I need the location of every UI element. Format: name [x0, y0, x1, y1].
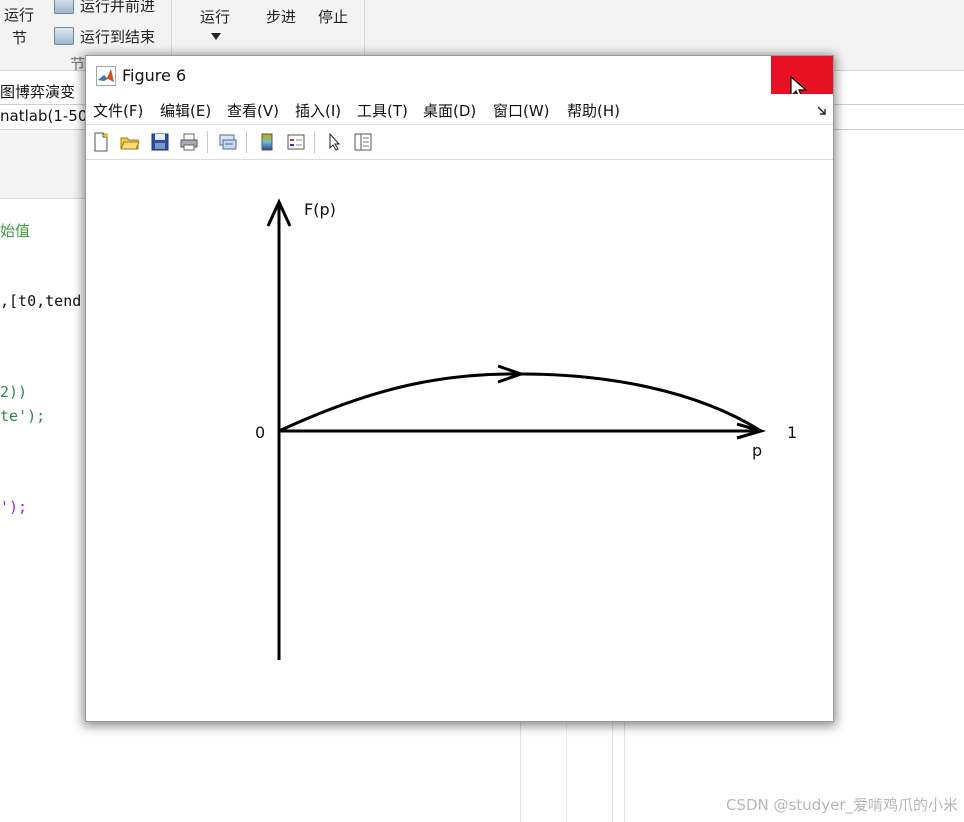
colorbar-icon[interactable]: [256, 131, 278, 153]
new-figure-icon[interactable]: [90, 131, 112, 153]
origin-label: 0: [255, 423, 266, 442]
watermark: CSDN @studyer_爱啃鸡爪的小米: [725, 796, 958, 814]
menu-window[interactable]: 窗口(W): [493, 100, 550, 121]
code-line: ,[t0,tend: [0, 292, 82, 310]
editor-tab[interactable]: 图博弈演变: [0, 81, 75, 102]
pane-divider: [612, 722, 613, 822]
fp-curve: [278, 372, 762, 433]
toolbar-separator: [207, 131, 208, 153]
figure-titlebar[interactable]: Figure 6: [86, 56, 833, 101]
toolbar-separator: [246, 131, 247, 153]
figure-axes[interactable]: F(p) 0 1 p: [86, 160, 833, 721]
phase-diagram-plot: [266, 198, 767, 660]
run-section-button-label-2[interactable]: 节: [12, 27, 27, 48]
run-to-end-button[interactable]: 运行到结束: [80, 26, 155, 47]
menu-view[interactable]: 查看(V): [227, 100, 279, 121]
run-button[interactable]: 运行: [200, 6, 230, 27]
pane-divider: [566, 722, 567, 822]
editor-subtoolbar: [0, 130, 86, 199]
x-axis-label: p: [752, 441, 763, 460]
code-line: ');: [0, 498, 28, 516]
link-icon[interactable]: [217, 131, 239, 153]
y-axis-label: F(p): [304, 200, 336, 219]
x-end-label: 1: [787, 423, 798, 442]
run-section-button-label[interactable]: 运行: [4, 4, 34, 25]
figure-window[interactable]: Figure 6 文件(F) 编辑(E) 查看(V) 插入(I) 工具(T) 桌…: [85, 55, 834, 722]
current-folder-path[interactable]: natlab(1-50: [0, 107, 87, 125]
pointer-icon[interactable]: [324, 131, 346, 153]
pane-divider: [624, 722, 625, 822]
menu-help[interactable]: 帮助(H): [567, 100, 620, 121]
run-advance-button[interactable]: 运行并前进: [80, 0, 155, 16]
run-to-end-icon[interactable]: [54, 27, 74, 45]
code-line: 2)): [0, 383, 28, 401]
figure-toolbar: [86, 125, 833, 160]
code-comment: 始值: [0, 222, 31, 240]
step-button[interactable]: 步进: [266, 6, 296, 27]
section-group-label: 节: [70, 55, 86, 73]
menu-desktop[interactable]: 桌面(D): [423, 100, 476, 121]
figure-title: Figure 6: [122, 66, 187, 85]
save-icon[interactable]: [149, 131, 171, 153]
stop-button[interactable]: 停止: [318, 6, 348, 27]
toolbar-separator: [314, 131, 315, 153]
matlab-logo-icon: [96, 66, 116, 86]
chevron-down-icon[interactable]: [211, 33, 221, 40]
open-file-icon[interactable]: [119, 131, 141, 153]
menu-edit[interactable]: 编辑(E): [160, 100, 211, 121]
menu-insert[interactable]: 插入(I): [295, 100, 341, 121]
run-advance-icon[interactable]: [54, 0, 74, 14]
figure-menubar: 文件(F) 编辑(E) 查看(V) 插入(I) 工具(T) 桌面(D) 窗口(W…: [86, 94, 833, 125]
code-line: te');: [0, 407, 46, 425]
menu-tools[interactable]: 工具(T): [357, 100, 408, 121]
print-icon[interactable]: [178, 131, 200, 153]
menu-file[interactable]: 文件(F): [93, 100, 143, 121]
legend-icon[interactable]: [285, 131, 307, 153]
dock-figure-icon[interactable]: [817, 106, 827, 116]
pane-divider: [520, 722, 521, 822]
property-editor-icon[interactable]: [352, 131, 374, 153]
